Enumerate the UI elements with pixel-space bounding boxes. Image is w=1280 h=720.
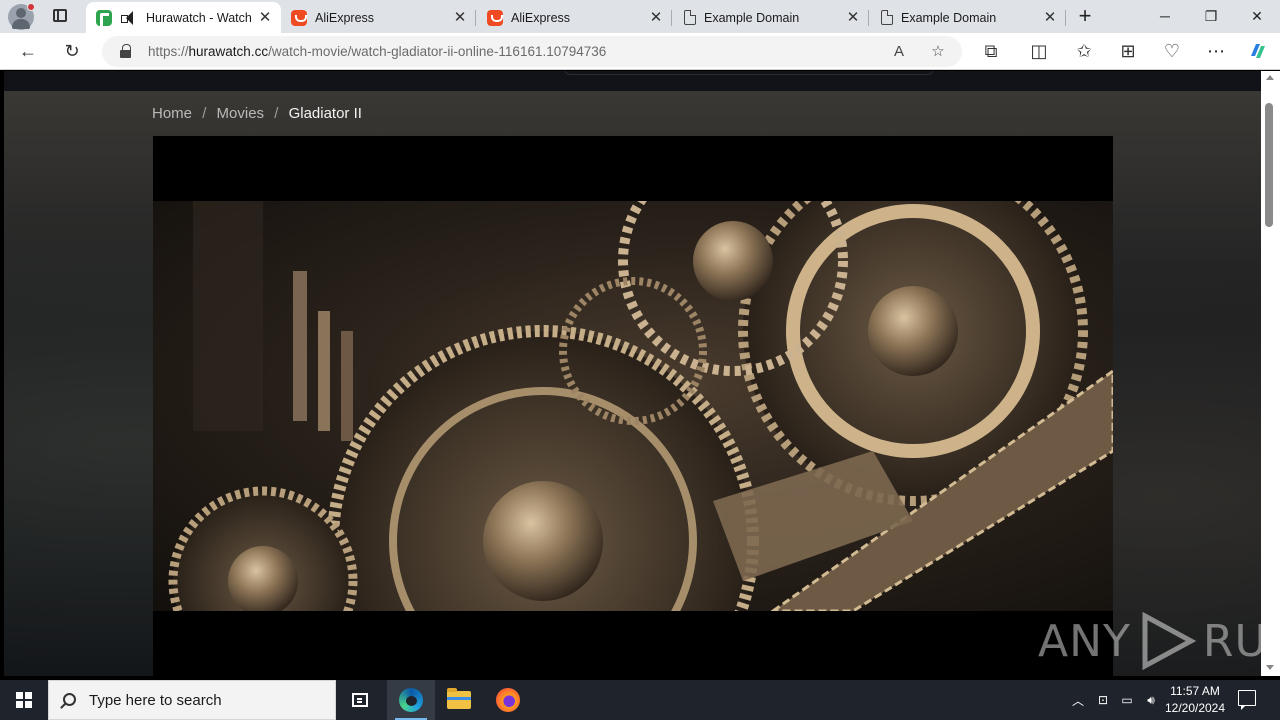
audio-playing-icon[interactable] xyxy=(120,10,138,26)
document-icon xyxy=(684,10,696,25)
anyrun-watermark: ANY RUN xyxy=(1038,612,1261,670)
breadcrumb-current: Gladiator II xyxy=(288,105,362,122)
favorite-star-icon[interactable]: ☆ xyxy=(927,41,949,63)
scroll-up-arrow-icon[interactable] xyxy=(1266,75,1274,80)
windows-logo-icon xyxy=(16,692,32,708)
tab-actions-menu-icon[interactable] xyxy=(48,5,72,27)
notification-center-icon[interactable] xyxy=(1238,690,1256,710)
breadcrumb-movies-link[interactable]: Movies xyxy=(217,105,265,122)
tab-title: Hurawatch - Watch xyxy=(146,10,252,25)
anyrun-play-logo-icon xyxy=(1142,612,1197,670)
close-tab-icon[interactable]: ✕ xyxy=(845,9,861,26)
minimize-window-icon[interactable]: ─ xyxy=(1142,0,1188,32)
split-screen-icon[interactable]: ◫ xyxy=(1025,38,1053,64)
document-icon xyxy=(881,10,893,25)
clock-date: 12/20/2024 xyxy=(1164,701,1226,715)
copilot-icon[interactable] xyxy=(1244,38,1272,64)
watermark-left-text: ANY xyxy=(1038,615,1131,667)
restore-window-icon[interactable]: ❐ xyxy=(1188,0,1234,32)
address-bar[interactable]: https://hurawatch.cc/watch-movie/watch-g… xyxy=(102,36,962,67)
taskbar-file-explorer-button[interactable] xyxy=(435,680,483,720)
performance-heart-icon[interactable]: ♡ xyxy=(1158,38,1186,64)
file-explorer-folder-icon xyxy=(447,688,471,709)
tab-title: Example Domain xyxy=(901,10,997,25)
taskbar-firefox-button[interactable] xyxy=(484,680,532,720)
breadcrumb-home-link[interactable]: Home xyxy=(152,105,192,122)
url-host: hurawatch.cc xyxy=(188,44,269,59)
hurawatch-favicon-icon xyxy=(96,9,112,26)
watermark-right-text: RUN xyxy=(1202,615,1261,667)
back-arrow-icon[interactable]: ← xyxy=(14,38,42,64)
windows-taskbar: Type here to search ︿ ⊡ ▭ 🔊︎ 11:57 AM 12… xyxy=(0,680,1280,720)
breadcrumb: Home / Movies / Gladiator II xyxy=(152,105,362,122)
edge-browser-icon xyxy=(399,688,423,712)
scrollbar-thumb[interactable] xyxy=(1265,103,1273,227)
tab-title: Example Domain xyxy=(704,10,800,25)
close-tab-icon[interactable]: ✕ xyxy=(257,9,273,26)
task-view-icon xyxy=(352,693,368,707)
close-tab-icon[interactable]: ✕ xyxy=(648,9,664,26)
breadcrumb-separator: / xyxy=(202,105,207,122)
clock-time: 11:57 AM xyxy=(1170,684,1220,698)
volume-speaker-icon[interactable]: 🔊︎ xyxy=(1140,680,1162,720)
scroll-down-arrow-icon[interactable] xyxy=(1266,665,1274,670)
tab-title: AliExpress xyxy=(315,10,375,25)
task-view-button[interactable] xyxy=(336,680,384,720)
video-player[interactable] xyxy=(153,136,1113,676)
close-tab-icon[interactable]: ✕ xyxy=(1042,9,1058,26)
page-scrollbar[interactable] xyxy=(1261,71,1280,676)
usb-device-icon[interactable]: ⊡ xyxy=(1092,680,1114,720)
close-tab-icon[interactable]: ✕ xyxy=(452,9,468,26)
taskbar-search-box[interactable]: Type here to search xyxy=(48,680,336,720)
profile-avatar-icon[interactable] xyxy=(8,3,35,30)
web-page: Home / Movies / Gladiator II ANY RU xyxy=(4,71,1261,676)
favorites-icon[interactable]: ✩ xyxy=(1070,38,1098,64)
extensions-puzzle-icon[interactable]: ⧉ xyxy=(977,38,1005,64)
firefox-icon xyxy=(496,688,520,712)
aliexpress-favicon-icon xyxy=(291,9,307,26)
tab-example-domain-1[interactable]: Example Domain ✕ xyxy=(674,2,869,33)
site-search-bar[interactable] xyxy=(564,71,934,75)
show-hidden-icons-chevron-icon[interactable]: ︿ xyxy=(1068,680,1088,720)
start-button[interactable] xyxy=(0,680,48,720)
url-text[interactable]: https://hurawatch.cc/watch-movie/watch-g… xyxy=(148,44,606,59)
video-frame[interactable] xyxy=(153,201,1113,611)
search-icon xyxy=(63,693,76,706)
taskbar-edge-button[interactable] xyxy=(387,680,435,720)
collections-icon[interactable]: ⊞ xyxy=(1114,38,1142,64)
search-placeholder: Type here to search xyxy=(89,692,222,709)
refresh-icon[interactable]: ↻ xyxy=(58,38,86,64)
taskbar-clock[interactable]: 11:57 AM 12/20/2024 xyxy=(1160,683,1230,717)
read-aloud-icon[interactable]: A xyxy=(888,41,910,63)
tab-hurawatch[interactable]: Hurawatch - Watch ✕ xyxy=(86,2,281,33)
site-header xyxy=(4,71,1261,91)
close-window-icon[interactable]: ✕ xyxy=(1234,0,1280,32)
tab-aliexpress-2[interactable]: AliExpress ✕ xyxy=(477,2,672,33)
tab-example-domain-2[interactable]: Example Domain ✕ xyxy=(871,2,1066,33)
new-tab-plus-icon[interactable]: + xyxy=(1074,5,1096,28)
tab-title: AliExpress xyxy=(511,10,571,25)
aliexpress-favicon-icon xyxy=(487,9,503,26)
tab-aliexpress-1[interactable]: AliExpress ✕ xyxy=(281,2,476,33)
url-path: /watch-movie/watch-gladiator-ii-online-1… xyxy=(268,44,607,59)
gears-video-frame-image xyxy=(168,201,1113,611)
breadcrumb-separator: / xyxy=(274,105,279,122)
more-options-icon[interactable]: ⋯ xyxy=(1202,38,1230,64)
network-icon[interactable]: ▭ xyxy=(1116,680,1138,720)
lock-icon[interactable] xyxy=(120,44,131,58)
browser-toolbar: ← ↻ https://hurawatch.cc/watch-movie/wat… xyxy=(0,33,1280,70)
browser-tab-strip: Hurawatch - Watch ✕ AliExpress ✕ AliExpr… xyxy=(0,0,1280,33)
